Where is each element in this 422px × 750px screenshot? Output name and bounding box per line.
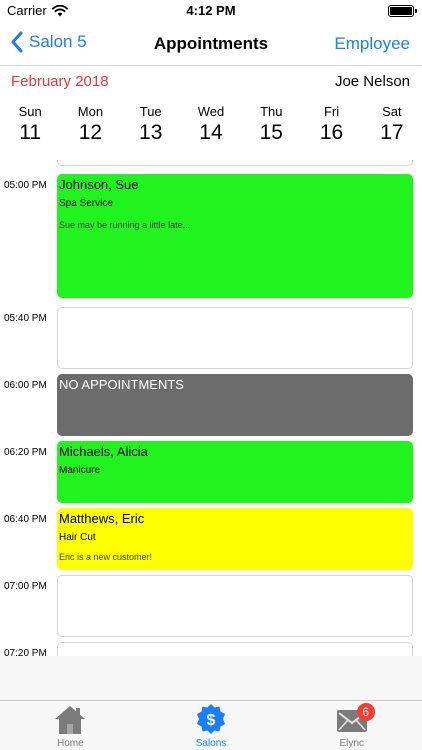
day-number: 16 [319, 121, 344, 144]
tab-salons[interactable]: $ Salons [141, 701, 282, 750]
svg-text:$: $ [207, 712, 216, 729]
tab-label: Home [56, 738, 84, 749]
day-cell-wed[interactable]: Wed 14 [181, 104, 241, 150]
dollar-badge-icon: $ [197, 704, 225, 734]
month-label: February 2018 [11, 73, 109, 90]
slot-time: 05:40 PM [4, 313, 47, 324]
status-bar: Carrier 4:12 PM [0, 0, 422, 22]
tab-home[interactable]: Home [0, 701, 141, 750]
employee-button[interactable]: Employee [334, 34, 410, 54]
empty-slot[interactable] [57, 307, 413, 369]
day-cell-sun[interactable]: Sun 11 [0, 104, 60, 150]
appointment-slot[interactable]: Matthews, Eric Hair Cut Eric is a new cu… [57, 508, 413, 570]
tab-label: Elync [339, 738, 364, 749]
back-button[interactable]: Salon 5 [10, 31, 87, 53]
status-time: 4:12 PM [186, 3, 236, 18]
day-name: Sun [18, 104, 42, 119]
day-cell-tue[interactable]: Tue 13 [121, 104, 181, 150]
unread-count-badge: 6 [356, 703, 375, 721]
day-name: Mon [77, 104, 104, 119]
slot-time: 07:00 PM [4, 581, 47, 592]
tab-label: Salons [195, 738, 227, 749]
day-name: Sat [382, 104, 402, 119]
slot-service: Hair Cut [59, 532, 96, 543]
bottom-spacer [0, 656, 422, 700]
slot-service: Manicure [59, 465, 101, 476]
day-number: 15 [259, 121, 283, 144]
house-icon [55, 706, 86, 734]
appointment-schedule[interactable]: 05:00 PM Johnson, Sue Spa Service Sue ma… [0, 160, 422, 656]
slot-time: 06:20 PM [4, 447, 47, 458]
appointment-slot[interactable]: Michaels, Alicia Manicure [57, 441, 413, 503]
day-number: 11 [19, 121, 42, 144]
month-header: February 2018 Joe Nelson [0, 70, 422, 94]
navigation-bar: Salon 5 Appointments Employee [0, 22, 422, 66]
slot-note: Sue may be running a little late... [59, 220, 191, 230]
back-button-label: Salon 5 [29, 32, 87, 51]
no-appointments-slot[interactable]: NO APPOINTMENTS [57, 374, 413, 436]
day-cell-sat[interactable]: Sat 17 [362, 104, 422, 150]
day-name: Fri [323, 104, 340, 119]
slot-client: Matthews, Eric [59, 511, 145, 526]
slot-time: 07:20 PM [4, 648, 47, 656]
empty-slot[interactable] [57, 642, 413, 656]
day-cell-mon[interactable]: Mon 12 [60, 104, 120, 150]
day-name: Wed [197, 104, 225, 119]
battery-icon [388, 5, 417, 17]
slot-time: 05:00 PM [4, 180, 47, 191]
day-number: 12 [78, 121, 103, 144]
slot-time: 06:40 PM [4, 514, 47, 525]
empty-slot[interactable] [57, 575, 413, 637]
day-cell-fri[interactable]: Fri 16 [301, 104, 361, 150]
slot-client: NO APPOINTMENTS [59, 377, 184, 392]
day-name: Thu [260, 104, 283, 119]
appointment-slot[interactable]: Johnson, Sue Spa Service Sue may be runn… [57, 174, 413, 298]
slot-client: Johnson, Sue [59, 177, 139, 192]
week-strip: Sun 11 Mon 12 Tue 13 Wed 14 Thu 15 Fri 1… [0, 104, 422, 150]
slot-service: Spa Service [59, 198, 113, 209]
day-name: Tue [139, 104, 162, 119]
day-number: 17 [380, 121, 404, 144]
day-number: 14 [199, 121, 223, 144]
employee-name: Joe Nelson [334, 73, 410, 90]
slot-time: 06:00 PM [4, 380, 47, 391]
tab-bar: Home $ Salons 6 Elync [0, 700, 422, 750]
day-number: 13 [139, 121, 163, 144]
slot-client: Michaels, Alicia [59, 444, 148, 459]
chevron-left-icon [11, 31, 23, 53]
previous-slot-edge [57, 160, 413, 166]
day-cell-thu[interactable]: Thu 15 [241, 104, 301, 150]
slot-note: Eric is a new customer! [59, 552, 153, 562]
tab-elync[interactable]: 6 Elync [281, 701, 422, 750]
